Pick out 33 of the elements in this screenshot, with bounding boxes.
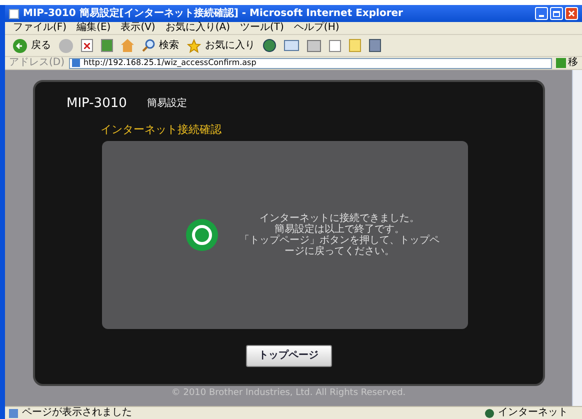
success-icon <box>186 219 218 251</box>
success-message: インターネットに接続できました。 簡易設定は以上で終了です。 「トップページ」ボタンを押して、トップペ ージに戻ってください。 <box>240 213 440 257</box>
menu-item[interactable]: ツール(T) <box>240 23 284 33</box>
back-arrow-icon <box>16 42 24 50</box>
search-button[interactable]: 検索 <box>142 39 179 52</box>
window-title: MIP-3010 簡易設定[インターネット接続確認] - Microsoft Internet Explorer <box>23 8 403 18</box>
go-button[interactable]: 移 <box>556 58 578 68</box>
address-label: アドレス(D) <box>9 58 65 68</box>
menu-item[interactable]: ヘルプ(H) <box>294 23 340 33</box>
menu-item[interactable]: ファイル(F) <box>13 23 67 33</box>
address-field[interactable]: http://192.168.25.1/wiz_accessConfirm.asp <box>68 58 552 68</box>
stop-x-icon <box>84 42 90 48</box>
menu-item[interactable]: 編集(E) <box>76 23 111 33</box>
page-heading: インターネット接続確認 <box>100 124 222 135</box>
scrollbar[interactable] <box>572 70 582 406</box>
stop-icon[interactable] <box>81 39 93 52</box>
close-icon <box>568 10 575 17</box>
status-text: ページが表示されました <box>22 408 132 418</box>
product-name: MIP-3010 <box>66 97 127 110</box>
search-icon <box>142 39 155 52</box>
maximize-button[interactable] <box>550 7 563 20</box>
top-page-button[interactable]: トップページ <box>246 345 332 367</box>
menu-item[interactable]: 表示(V) <box>120 23 156 33</box>
home-icon[interactable] <box>121 39 134 52</box>
favorites-button[interactable]: お気に入り <box>187 38 255 52</box>
subtitle: 簡易設定 <box>146 99 187 110</box>
zone-text: インターネット <box>498 408 569 418</box>
close-button[interactable] <box>565 7 578 20</box>
copyright-text: © 2010 Brother Industries, Ltd. All Rights Reserved. <box>171 389 406 398</box>
menu-item[interactable]: お気に入り(A) <box>165 23 230 33</box>
minimize-button[interactable] <box>535 7 548 20</box>
back-button[interactable]: 戻る <box>13 38 51 52</box>
star-icon <box>187 38 201 52</box>
